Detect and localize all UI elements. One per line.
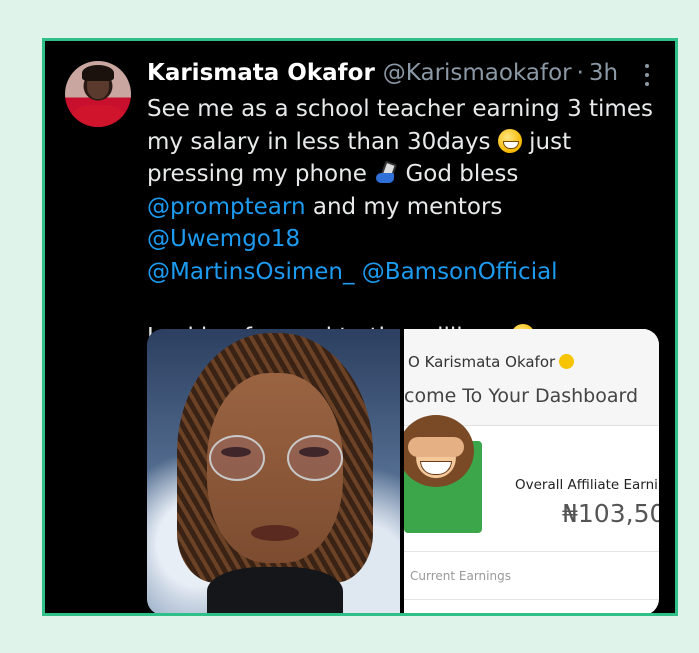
media-portrait-image[interactable] [147,329,400,613]
dashboard-title: come To Your Dashboard [404,385,639,407]
mention-bamsonofficial[interactable]: @BamsonOfficial [362,259,558,285]
avatar-hair [82,65,114,81]
tweet-media[interactable]: O Karismata Okafor come To Your Dashboar… [147,329,659,613]
portrait-lips [251,525,299,541]
dashboard-divider [404,599,659,600]
dashboard-header: O Karismata Okafor come To Your Dashboar… [404,329,659,426]
media-dashboard-screenshot[interactable]: O Karismata Okafor come To Your Dashboar… [404,329,659,613]
tweet-header: Karismata Okafor @Karismaokafor · 3h [147,60,655,92]
portrait-glasses [209,435,265,481]
more-vertical-icon[interactable] [639,62,655,88]
tweet-line: my salary in less than 30days just [147,128,572,155]
tweet-line: @MartinsOsimen_ @BamsonOfficial [147,256,657,289]
earnings-label: Overall Affiliate Earnin [515,477,659,493]
portrait-glasses [287,435,343,481]
tweet-line: @promptearn and my mentors @Uwemgo18 [147,193,503,253]
tweet-text: See me as a school teacher earning 3 tim… [147,93,657,353]
smiling-face-emoji-icon [559,354,575,369]
tweet-time[interactable]: 3h [589,60,618,86]
header-separator: · [576,60,584,86]
mention-uwemgo18[interactable]: @Uwemgo18 [147,226,300,252]
dashboard-user: O Karismata Okafor [408,353,575,371]
tweet-card[interactable]: Karismata Okafor @Karismaokafor · 3h See… [42,38,678,616]
phone-in-hand-emoji-icon [374,161,398,185]
tweet-line: See me as a school teacher earning 3 tim… [147,96,653,122]
mention-martinsosimen[interactable]: @MartinsOsimen_ [147,259,354,285]
current-earnings-label: Current Earnings [410,569,511,583]
author-avatar[interactable] [65,61,131,127]
grinning-face-emoji-icon [497,128,522,153]
avatar-shirt [71,105,125,127]
portrait-neck [207,567,343,613]
earnings-value: ₦103,50 [562,499,659,528]
mention-promptearn[interactable]: @promptearn [147,194,306,220]
author-name[interactable]: Karismata Okafor [147,60,375,86]
author-handle[interactable]: @Karismaokafor [383,60,572,86]
dashboard-divider [404,551,659,552]
tweet-line: pressing my phone God bless [147,161,519,187]
